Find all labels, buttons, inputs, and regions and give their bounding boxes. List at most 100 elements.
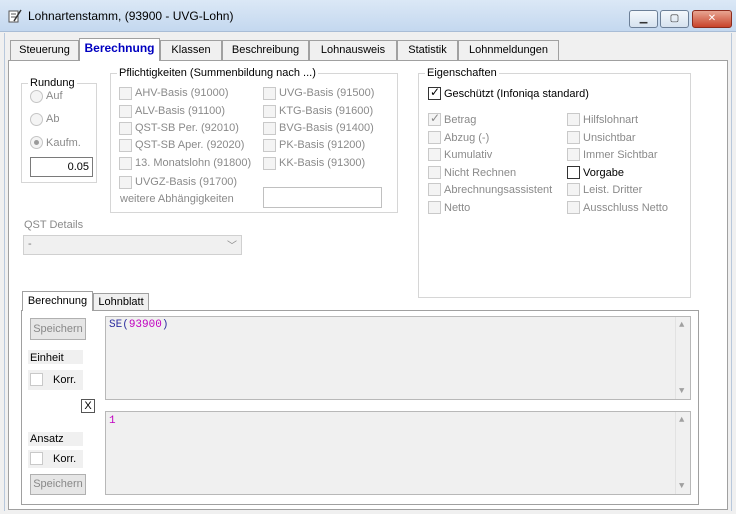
label-betrag: Betrag xyxy=(444,114,477,126)
radio-kaufm[interactable] xyxy=(30,136,43,149)
label-netto: Netto xyxy=(444,202,471,214)
checkbox-abrechnungsassistent[interactable] xyxy=(428,183,441,196)
checkbox-ausschluss-netto[interactable] xyxy=(567,201,580,214)
rundung-legend: Rundung xyxy=(28,77,77,89)
subtab-berechnung[interactable]: Berechnung xyxy=(22,291,93,311)
label-leist-dritter: Leist. Dritter xyxy=(583,184,643,196)
label-geschuetzt: Geschützt (Infoniqa standard) xyxy=(444,88,589,100)
checkbox-13-monatslohn[interactable] xyxy=(119,157,132,170)
editor-scrollbar[interactable]: ▲ ▼ xyxy=(675,317,690,399)
eigenschaften-legend: Eigenschaften xyxy=(425,67,499,79)
einheit-formula-editor[interactable]: SE(93900) ▲ ▼ xyxy=(105,316,691,400)
scroll-up-icon[interactable]: ▲ xyxy=(679,415,684,425)
pflichtigkeiten-legend: Pflichtigkeiten (Summenbildung nach ...) xyxy=(117,67,318,79)
qst-details-select[interactable]: - ﹀ xyxy=(23,235,242,255)
checkbox-immer-sichtbar[interactable] xyxy=(567,148,580,161)
label-ausschluss-netto: Ausschluss Netto xyxy=(583,202,668,214)
checkbox-leist-dritter[interactable] xyxy=(567,183,580,196)
radio-auf[interactable] xyxy=(30,90,43,103)
formula-argument: 93900 xyxy=(128,319,162,331)
tab-statistik[interactable]: Statistik xyxy=(397,40,458,60)
checkbox-hilfslohnart[interactable] xyxy=(567,113,580,126)
formula-line: SE(93900) xyxy=(109,319,168,331)
formula-close: ) xyxy=(161,319,169,331)
checkbox-uvgz[interactable] xyxy=(119,176,132,189)
checkbox-qst-per[interactable] xyxy=(119,122,132,135)
radio-ab[interactable] xyxy=(30,113,43,126)
label-bvg: BVG-Basis (91400) xyxy=(279,122,374,134)
ansatz-label: Ansatz xyxy=(30,433,64,445)
scroll-up-icon[interactable]: ▲ xyxy=(679,320,684,330)
label-pk: PK-Basis (91200) xyxy=(279,139,366,151)
weitere-abhaengigkeiten-input[interactable] xyxy=(263,187,382,208)
rundung-value-input[interactable]: 0.05 xyxy=(30,157,93,177)
qst-details-label: QST Details xyxy=(24,219,84,231)
formula-function: SE( xyxy=(109,319,129,331)
speichern-button-1[interactable]: Speichern xyxy=(30,318,86,340)
maximize-button[interactable]: ▢ xyxy=(660,10,689,28)
tab-steuerung[interactable]: Steuerung xyxy=(10,40,79,60)
checkbox-bvg[interactable] xyxy=(263,122,276,135)
checkbox-abzug[interactable] xyxy=(428,131,441,144)
window-title: Lohnartenstamm, (93900 - UVG-Lohn) xyxy=(28,9,234,23)
label-nicht-rechnen: Nicht Rechnen xyxy=(444,167,517,179)
label-qst-aper: QST-SB Aper. (92020) xyxy=(135,139,245,151)
tab-lohnausweis[interactable]: Lohnausweis xyxy=(309,40,397,60)
label-alv: ALV-Basis (91100) xyxy=(135,105,226,117)
checkbox-ansatz-korr[interactable] xyxy=(30,452,43,465)
checkbox-ahv[interactable] xyxy=(119,87,132,100)
title-bar: Lohnartenstamm, (93900 - UVG-Lohn) ▁ ▢ ✕ xyxy=(0,0,736,32)
radio-ab-label: Ab xyxy=(46,113,60,125)
ansatz-korr-label: Korr. xyxy=(53,453,77,465)
radio-kaufm-label: Kaufm. xyxy=(46,137,81,149)
checkbox-uvg[interactable] xyxy=(263,87,276,100)
tab-beschreibung[interactable]: Beschreibung xyxy=(222,40,309,60)
app-icon xyxy=(8,9,22,23)
radio-auf-label: Auf xyxy=(46,90,63,102)
label-hilfslohnart: Hilfslohnart xyxy=(583,114,639,126)
checkbox-ktg[interactable] xyxy=(263,105,276,118)
einheit-korr-label: Korr. xyxy=(53,374,77,386)
scroll-down-icon[interactable]: ▼ xyxy=(679,481,684,491)
label-vorgabe: Vorgabe xyxy=(583,167,624,179)
checkbox-betrag[interactable]: ✓ xyxy=(428,111,441,126)
checkbox-kk[interactable] xyxy=(263,157,276,170)
label-kk: KK-Basis (91300) xyxy=(279,157,366,169)
label-kumulativ: Kumulativ xyxy=(444,149,493,161)
checkbox-pk[interactable] xyxy=(263,139,276,152)
close-icon[interactable]: X xyxy=(81,399,95,413)
ansatz-formula-editor[interactable]: 1 ▲ ▼ xyxy=(105,411,691,495)
label-abrechnungsassistent: Abrechnungsassistent xyxy=(444,184,553,196)
scroll-down-icon[interactable]: ▼ xyxy=(679,386,684,396)
label-abzug: Abzug (-) xyxy=(444,132,490,144)
speichern-button-2[interactable]: Speichern xyxy=(30,474,86,495)
checkbox-nicht-rechnen[interactable] xyxy=(428,166,441,179)
editor-scrollbar-2[interactable]: ▲ ▼ xyxy=(675,412,690,494)
label-ktg: KTG-Basis (91600) xyxy=(279,105,374,117)
label-ahv: AHV-Basis (91000) xyxy=(135,87,229,99)
label-uvg: UVG-Basis (91500) xyxy=(279,87,375,99)
label-uvgz: UVGZ-Basis (91700) xyxy=(135,176,238,188)
checkbox-qst-aper[interactable] xyxy=(119,139,132,152)
checkbox-kumulativ[interactable] xyxy=(428,148,441,161)
minimize-button[interactable]: ▁ xyxy=(629,10,658,28)
subtab-lohnblatt[interactable]: Lohnblatt xyxy=(93,293,149,311)
weitere-abhaengigkeiten-label: weitere Abhängigkeiten xyxy=(120,193,234,205)
checkbox-einheit-korr[interactable] xyxy=(30,373,43,386)
label-unsichtbar: Unsichtbar xyxy=(583,132,636,144)
tab-klassen[interactable]: Klassen xyxy=(160,40,222,60)
label-qst-per: QST-SB Per. (92010) xyxy=(135,122,239,134)
checkbox-netto[interactable] xyxy=(428,201,441,214)
einheit-label: Einheit xyxy=(30,352,64,364)
ansatz-formula-value: 1 xyxy=(109,415,116,427)
tab-berechnung[interactable]: Berechnung xyxy=(79,38,160,61)
checkbox-alv[interactable] xyxy=(119,105,132,118)
chevron-down-icon: ﹀ xyxy=(227,241,237,252)
tab-lohnmeldungen[interactable]: Lohnmeldungen xyxy=(458,40,559,60)
qst-details-value: - xyxy=(28,238,32,250)
checkbox-geschuetzt[interactable]: ✓ xyxy=(428,85,441,100)
close-button[interactable]: ✕ xyxy=(692,10,732,28)
checkbox-vorgabe[interactable] xyxy=(567,166,580,179)
label-13-monatslohn: 13. Monatslohn (91800) xyxy=(135,157,252,169)
checkbox-unsichtbar[interactable] xyxy=(567,131,580,144)
